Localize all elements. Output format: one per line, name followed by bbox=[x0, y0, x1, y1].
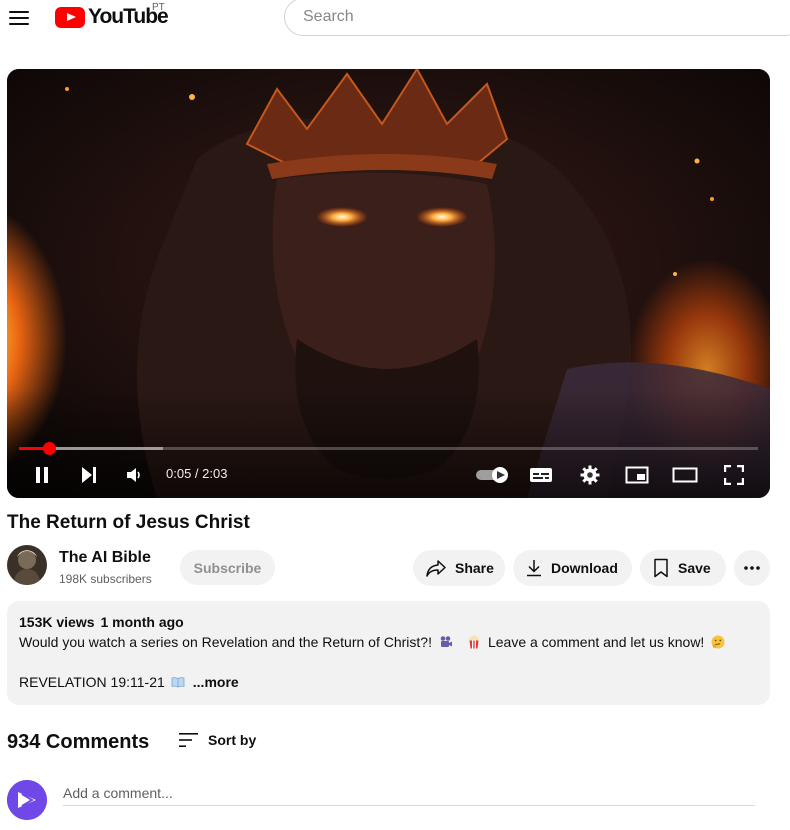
subscriber-count: 198K subscribers bbox=[59, 572, 152, 586]
progress-scrubber-handle[interactable] bbox=[42, 442, 56, 455]
video-title: The Return of Jesus Christ bbox=[7, 512, 250, 533]
description-text-a: Would you watch a series on Revelation a… bbox=[19, 634, 432, 650]
subscribe-button[interactable]: Subscribe bbox=[180, 550, 275, 585]
bookmark-icon bbox=[654, 558, 668, 578]
miniplayer-button[interactable] bbox=[621, 459, 653, 491]
more-horizontal-icon bbox=[744, 566, 760, 570]
subtitles-button[interactable] bbox=[525, 459, 557, 491]
video-meta: 153K views 1 month ago bbox=[19, 614, 184, 630]
user-avatar-image bbox=[7, 780, 47, 820]
share-button[interactable]: Share bbox=[413, 550, 505, 586]
sort-by-label: Sort by bbox=[208, 732, 257, 748]
video-frame bbox=[7, 69, 770, 498]
movie-camera-icon bbox=[440, 636, 452, 647]
sort-by-button[interactable]: Sort by bbox=[178, 729, 256, 751]
youtube-logo[interactable]: YouTube bbox=[55, 4, 169, 30]
download-button[interactable]: Download bbox=[513, 550, 632, 586]
miniplayer-icon bbox=[625, 466, 649, 484]
mute-button[interactable] bbox=[118, 459, 150, 491]
region-code: PT bbox=[152, 2, 165, 13]
theater-mode-button[interactable] bbox=[669, 459, 701, 491]
video-player[interactable]: 0:05 / 2:03 bbox=[7, 69, 770, 498]
time-display: 0:05 / 2:03 bbox=[166, 466, 228, 481]
progress-bar[interactable] bbox=[19, 442, 758, 455]
search-input[interactable] bbox=[301, 7, 745, 27]
volume-icon bbox=[127, 468, 140, 482]
youtube-play-logo-icon bbox=[55, 6, 85, 28]
subtitles-icon bbox=[530, 468, 552, 482]
autoplay-toggle[interactable] bbox=[474, 459, 512, 491]
description-verse: REVELATION 19:11-21 bbox=[19, 674, 165, 690]
settings-button[interactable] bbox=[574, 459, 606, 491]
channel-avatar[interactable] bbox=[7, 545, 47, 585]
description-box[interactable]: 153K views 1 month ago Would you watch a … bbox=[7, 601, 770, 705]
view-count: 153K views bbox=[19, 614, 95, 630]
popcorn-icon bbox=[469, 635, 479, 649]
channel-name[interactable]: The AI Bible bbox=[59, 549, 151, 567]
download-icon bbox=[527, 560, 541, 577]
open-book-icon bbox=[171, 677, 185, 688]
save-button[interactable]: Save bbox=[640, 550, 726, 586]
description-line-1: Would you watch a series on Revelation a… bbox=[19, 634, 732, 650]
fullscreen-button[interactable] bbox=[718, 459, 750, 491]
thinking-face-icon bbox=[711, 635, 725, 649]
show-more-link[interactable]: ...more bbox=[193, 674, 239, 690]
pause-icon bbox=[36, 467, 48, 483]
comments-count: 934 Comments bbox=[7, 731, 150, 753]
fullscreen-icon bbox=[724, 465, 744, 485]
more-actions-button[interactable] bbox=[734, 550, 770, 586]
theater-mode-icon bbox=[672, 467, 698, 483]
add-comment-input[interactable] bbox=[63, 780, 755, 806]
user-avatar[interactable] bbox=[7, 780, 47, 820]
pause-button[interactable] bbox=[26, 459, 58, 491]
share-arrow-icon bbox=[426, 560, 446, 577]
download-label: Download bbox=[551, 560, 618, 576]
share-label: Share bbox=[455, 560, 494, 576]
masthead: YouTube PT bbox=[0, 0, 790, 56]
description-line-2: REVELATION 19:11-21 ...more bbox=[19, 674, 239, 690]
next-icon bbox=[82, 467, 96, 483]
sort-lines-icon bbox=[179, 733, 198, 747]
autoplay-toggle-icon bbox=[476, 467, 508, 483]
hamburger-menu-icon[interactable] bbox=[6, 4, 32, 30]
save-label: Save bbox=[678, 560, 711, 576]
description-text-b: Leave a comment and let us know! bbox=[487, 634, 705, 650]
channel-avatar-image bbox=[7, 545, 47, 585]
upload-date: 1 month ago bbox=[100, 614, 184, 630]
gear-icon bbox=[580, 465, 600, 485]
next-button[interactable] bbox=[73, 459, 105, 491]
search-box[interactable] bbox=[284, 0, 790, 36]
